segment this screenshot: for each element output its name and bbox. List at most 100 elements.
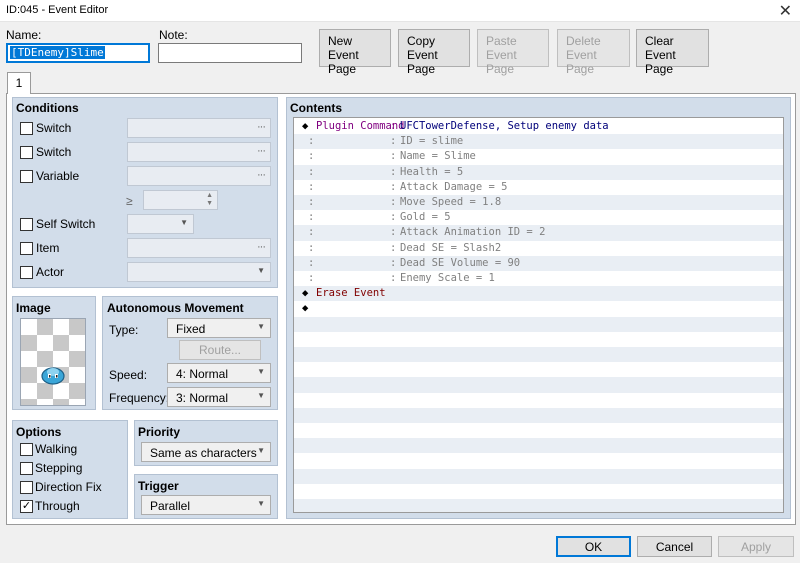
command-name: : [308, 226, 315, 239]
tab-page-1[interactable]: 1 [7, 72, 31, 94]
command-name: : [308, 180, 315, 193]
trigger-title: Trigger [138, 479, 179, 493]
copy-event-page-button[interactable]: Copy Event Page [398, 29, 470, 76]
actor-label: Actor [36, 265, 65, 279]
item-label: Item [36, 241, 60, 255]
note-input[interactable] [158, 43, 302, 63]
image-title: Image [16, 301, 51, 315]
empty-row[interactable] [294, 499, 783, 512]
command-argument: Attack Animation ID = 2 [400, 226, 546, 239]
command-name: : [308, 211, 315, 224]
empty-row[interactable] [294, 453, 783, 468]
command-row[interactable]: :: Name = Slime [294, 149, 783, 164]
window-title: ID:045 - Event Editor [6, 4, 109, 16]
trigger-panel: Trigger Parallel ▼ [134, 474, 278, 519]
command-row[interactable]: ◆ Erase Event [294, 286, 783, 302]
command-row[interactable]: :: Enemy Scale = 1 [294, 271, 783, 286]
frequency-label: Frequency: [109, 391, 170, 405]
command-separator: : [390, 241, 397, 254]
name-input[interactable]: [TDEnemy]Slime [6, 43, 150, 63]
command-row[interactable]: ◆ [294, 301, 783, 316]
switch2-select: ··· [127, 142, 271, 162]
chevron-down-icon: ▼ [180, 218, 188, 227]
command-separator: : [390, 256, 397, 269]
empty-row[interactable] [294, 423, 783, 438]
actor-select: ▼ [127, 262, 271, 282]
clear-event-page-button[interactable]: Clear Event Page [636, 29, 709, 76]
apply-button[interactable]: Apply [718, 536, 794, 557]
empty-row[interactable] [294, 362, 783, 377]
type-select[interactable]: Fixed ▼ [167, 318, 271, 338]
empty-row[interactable] [294, 347, 783, 363]
empty-row[interactable] [294, 377, 783, 393]
through-checkbox[interactable]: ✓ [20, 500, 33, 513]
route-button[interactable]: Route... [179, 340, 261, 360]
command-row[interactable]: :: Dead SE Volume = 90 [294, 255, 783, 271]
options-title: Options [16, 425, 62, 439]
image-preview[interactable] [20, 318, 86, 406]
type-label: Type: [109, 323, 139, 337]
command-name: : [308, 135, 315, 148]
empty-row[interactable] [294, 484, 783, 499]
actor-checkbox[interactable] [20, 266, 33, 279]
stepping-label: Stepping [35, 461, 83, 475]
command-row[interactable]: :: Health = 5 [294, 164, 783, 180]
frequency-select[interactable]: 3: Normal ▼ [167, 387, 271, 407]
command-argument: ID = slime [400, 135, 464, 148]
switch1-checkbox[interactable] [20, 122, 33, 135]
chevron-down-icon: ▼ [257, 446, 265, 455]
empty-row[interactable] [294, 468, 783, 484]
switch2-checkbox[interactable] [20, 146, 33, 159]
note-label: Note: [159, 28, 188, 42]
walking-checkbox[interactable] [20, 443, 33, 456]
close-icon[interactable]: ✕ [779, 1, 792, 21]
item-checkbox[interactable] [20, 242, 33, 255]
ok-button[interactable]: OK [556, 536, 631, 557]
self-switch-checkbox[interactable] [20, 218, 33, 231]
diamond-icon: ◆ [302, 120, 309, 132]
command-name: : [308, 241, 315, 254]
chevron-down-icon: ▼ [257, 499, 265, 508]
autonomous-title: Autonomous Movement [107, 301, 244, 315]
ellipsis-icon: ··· [257, 169, 266, 181]
conditions-panel: Conditions Switch ··· Switch ··· Variabl… [12, 97, 278, 288]
command-row[interactable]: ◆ Plugin Command: UFCTowerDefense, Setup e… [294, 119, 783, 134]
command-separator: : [390, 150, 397, 163]
priority-select[interactable]: Same as characters ▼ [141, 442, 271, 462]
speed-select[interactable]: 4: Normal ▼ [167, 363, 271, 383]
priority-panel: Priority Same as characters ▼ [134, 420, 278, 466]
direction-fix-checkbox[interactable] [20, 481, 33, 494]
slime-sprite-icon [41, 367, 65, 385]
variable-select: ··· [127, 166, 271, 186]
new-event-page-button[interactable]: New Event Page [319, 29, 391, 76]
cancel-button[interactable]: Cancel [637, 536, 712, 557]
empty-row[interactable] [294, 332, 783, 347]
command-row[interactable]: :: Dead SE = Slash2 [294, 241, 783, 256]
variable-value-stepper: ▲ ▼ [143, 190, 218, 210]
ellipsis-icon: ··· [257, 241, 266, 253]
command-name: : [308, 272, 315, 284]
variable-label: Variable [36, 169, 80, 183]
empty-row[interactable] [294, 438, 783, 454]
options-panel: Options Walking Stepping Direction Fix ✓… [12, 420, 128, 519]
command-row[interactable]: :: Move Speed = 1.8 [294, 195, 783, 211]
empty-row[interactable] [294, 316, 783, 332]
trigger-select[interactable]: Parallel ▼ [141, 495, 271, 515]
empty-row[interactable] [294, 393, 783, 408]
command-list[interactable]: ◆ Plugin Command: UFCTowerDefense, Setup e… [293, 117, 784, 513]
command-row[interactable]: :: Attack Animation ID = 2 [294, 225, 783, 241]
command-argument: Move Speed = 1.8 [400, 196, 502, 208]
empty-row[interactable] [294, 407, 783, 423]
variable-checkbox[interactable] [20, 170, 33, 183]
delete-event-page-button[interactable]: Delete Event Page [557, 29, 630, 76]
speed-label: Speed: [109, 368, 148, 382]
command-row[interactable]: :: Attack Damage = 5 [294, 180, 783, 195]
command-row[interactable]: :: Gold = 5 [294, 210, 783, 225]
paste-event-page-button[interactable]: Paste Event Page [477, 29, 549, 76]
through-label: Through [35, 499, 80, 513]
command-argument: Attack Damage = 5 [400, 180, 508, 193]
command-argument: Name = Slime [400, 150, 476, 163]
command-name: Erase Event [316, 287, 386, 300]
stepping-checkbox[interactable] [20, 462, 33, 475]
command-row[interactable]: :: ID = slime [294, 134, 783, 150]
